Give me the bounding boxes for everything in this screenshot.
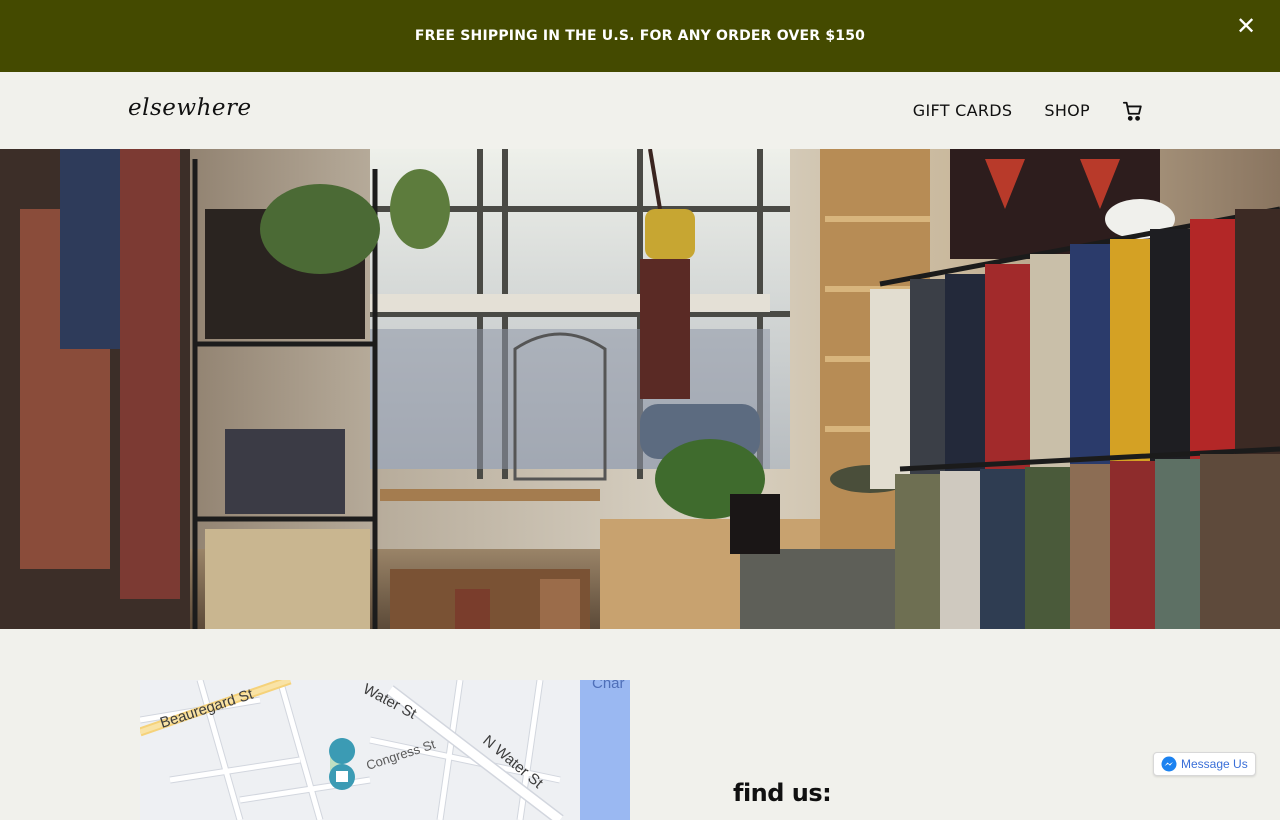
messenger-icon	[1161, 756, 1177, 772]
announcement-bar: FREE SHIPPING IN THE U.S. FOR ANY ORDER …	[0, 0, 1280, 72]
store-interior-image	[0, 149, 1280, 629]
map-graphic: Beauregard St Water St N Water St Congre…	[140, 680, 630, 820]
hero-store-photo	[0, 149, 1280, 629]
nav-gift-cards[interactable]: GIFT CARDS	[913, 101, 1013, 120]
site-logo[interactable]: elsewhere	[128, 95, 252, 121]
main-nav: GIFT CARDS SHOP	[913, 72, 1144, 149]
site-header: elsewhere GIFT CARDS SHOP	[0, 72, 1280, 149]
nav-shop[interactable]: SHOP	[1044, 101, 1090, 120]
close-icon[interactable]: ✕	[1230, 14, 1262, 46]
map-embed[interactable]: Beauregard St Water St N Water St Congre…	[140, 680, 630, 820]
find-us-heading: find us:	[733, 779, 832, 807]
location-section: Beauregard St Water St N Water St Congre…	[0, 629, 1280, 820]
cart-icon[interactable]	[1122, 100, 1144, 122]
message-us-button[interactable]: Message Us	[1153, 752, 1256, 776]
map-label-char: Char	[592, 680, 625, 692]
announcement-text: FREE SHIPPING IN THE U.S. FOR ANY ORDER …	[414, 28, 866, 44]
message-us-label: Message Us	[1181, 757, 1248, 771]
